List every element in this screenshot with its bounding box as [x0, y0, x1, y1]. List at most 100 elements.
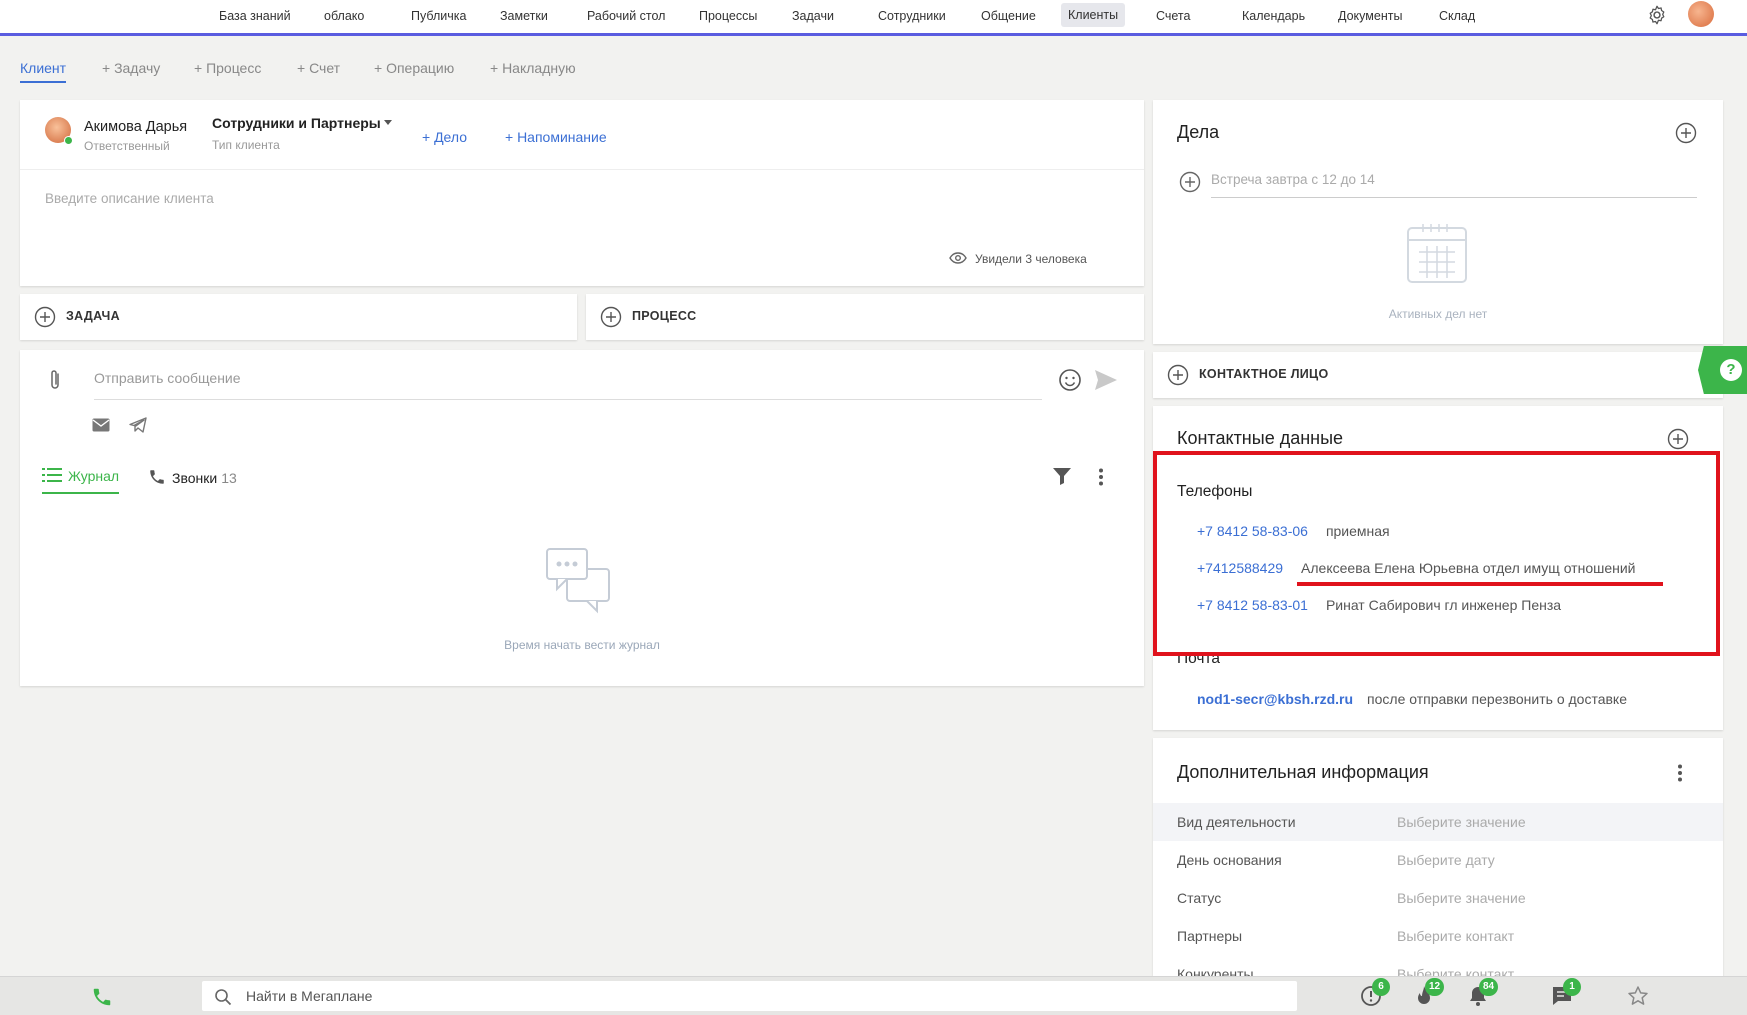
tab-add-invoice[interactable]: + Счет	[297, 60, 340, 76]
nav-item-tasks[interactable]: Задачи	[792, 6, 834, 26]
nav-item-knowledge-base[interactable]: База знаний	[219, 6, 291, 26]
nav-item-desktop[interactable]: Рабочий стол	[587, 6, 665, 26]
list-icon	[42, 468, 62, 482]
plus-circle-icon[interactable]	[1179, 171, 1201, 193]
bottom-bar: Найти в Мегаплане 6 12 84 1	[0, 976, 1747, 1015]
new-deal-input[interactable]: Встреча завтра с 12 до 14	[1211, 172, 1697, 198]
add-task-button[interactable]: ЗАДАЧА	[20, 294, 577, 340]
gear-icon[interactable]	[1646, 4, 1668, 26]
filter-icon[interactable]	[1052, 466, 1072, 486]
field-label: Вид деятельности	[1177, 814, 1296, 830]
messages-button[interactable]: 1	[1551, 978, 1581, 1010]
nav-item-notes[interactable]: Заметки	[500, 6, 548, 26]
user-avatar[interactable]	[1688, 1, 1714, 27]
search-icon	[215, 989, 232, 1006]
notifications-button[interactable]: 84	[1467, 978, 1499, 1010]
global-search-input[interactable]: Найти в Мегаплане	[202, 981, 1297, 1011]
field-row[interactable]: Статус Выберите значение	[1153, 879, 1723, 917]
field-value-select[interactable]: Выберите дату	[1397, 852, 1495, 868]
mail-icon[interactable]	[92, 418, 110, 432]
tab-add-waybill[interactable]: + Накладную	[490, 60, 576, 76]
add-contact-person-label: КОНТАКТНОЕ ЛИЦО	[1199, 367, 1329, 381]
field-row[interactable]: Вид деятельности Выберите значение	[1153, 803, 1723, 841]
add-task-label: ЗАДАЧА	[66, 309, 120, 323]
emoji-icon[interactable]	[1058, 368, 1082, 392]
nav-item-warehouse[interactable]: Склад	[1439, 6, 1475, 26]
field-value-select[interactable]: Выберите контакт	[1397, 928, 1514, 944]
email-row: nod1-secr@kbsh.rzd.ru после отправки пере…	[1197, 691, 1627, 707]
journal-empty-text: Время начать вести журнал	[504, 638, 660, 652]
field-value-select[interactable]: Выберите значение	[1397, 814, 1526, 830]
field-row[interactable]: День основания Выберите дату	[1153, 841, 1723, 879]
tab-calls[interactable]: Звонки 13	[148, 468, 237, 486]
phone-icon	[150, 470, 164, 484]
add-deal-link[interactable]: + Дело	[422, 129, 467, 145]
nav-item-cloud[interactable]: облако	[324, 6, 364, 26]
tab-journal[interactable]: Журнал	[42, 468, 120, 494]
field-value-select[interactable]: Выберите значение	[1397, 890, 1526, 906]
nav-item-invoices[interactable]: Счета	[1156, 6, 1190, 26]
tab-journal-label: Журнал	[68, 468, 120, 484]
send-icon[interactable]	[1094, 369, 1118, 391]
tab-add-task[interactable]: + Задачу	[102, 60, 160, 76]
deals-title: Дела	[1177, 122, 1220, 142]
question-icon: ?	[1720, 359, 1742, 381]
nav-item-processes[interactable]: Процессы	[699, 6, 757, 26]
client-description-input[interactable]: Введите описание клиента	[45, 191, 214, 206]
more-vertical-icon[interactable]	[1677, 764, 1683, 782]
nav-item-public[interactable]: Публичка	[411, 6, 466, 26]
add-process-button[interactable]: ПРОЦЕСС	[586, 294, 1144, 340]
hot-badge: 12	[1425, 978, 1445, 996]
deals-card: Дела Встреча завтра с 12 до 14 Активных …	[1153, 100, 1723, 344]
client-avatar[interactable]	[45, 117, 73, 145]
nav-item-clients[interactable]: Клиенты	[1061, 3, 1126, 27]
email-note: после отправки перезвонить о доставке	[1367, 691, 1628, 707]
phone-icon[interactable]	[91, 986, 113, 1008]
tab-add-process[interactable]: + Процесс	[194, 60, 261, 76]
tab-add-operation[interactable]: + Операцию	[374, 60, 454, 76]
nav-item-documents[interactable]: Документы	[1338, 6, 1402, 26]
eye-icon	[949, 252, 967, 264]
add-contact-data-plus-icon[interactable]	[1667, 428, 1689, 450]
responsible-name[interactable]: Акимова Дарья	[84, 119, 187, 135]
telegram-icon[interactable]	[129, 417, 147, 433]
message-input-underline	[94, 399, 1042, 400]
add-deal-plus-icon[interactable]	[1675, 122, 1697, 144]
field-row[interactable]: Партнеры Выберите контакт	[1153, 917, 1723, 955]
nav-item-calendar[interactable]: Календарь	[1242, 6, 1305, 26]
tab-calls-label: Звонки	[172, 470, 218, 486]
field-label: Статус	[1177, 890, 1222, 906]
seen-by-text: Увидели 3 человека	[975, 252, 1087, 266]
plus-circle-icon	[600, 306, 622, 328]
field-label: Партнеры	[1177, 928, 1243, 944]
reminders-button[interactable]: 6	[1360, 978, 1390, 1010]
contact-data-title: Контактные данные	[1177, 428, 1344, 448]
responsible-label: Ответственный	[84, 139, 170, 153]
add-reminder-link[interactable]: + Напоминание	[505, 129, 607, 145]
journal-card: Отправить сообщение Журнал Звонки 13 Врем…	[20, 350, 1144, 686]
plus-circle-icon	[34, 306, 56, 328]
client-type-select[interactable]: Сотрудники и Партнеры	[212, 115, 381, 131]
seen-by-count[interactable]: Увидели 3 человека	[949, 252, 1087, 266]
email-address-link[interactable]: nod1-secr@kbsh.rzd.ru	[1197, 691, 1353, 707]
help-button[interactable]: ?	[1698, 346, 1747, 394]
calendar-icon	[1407, 224, 1467, 283]
hot-button[interactable]: 12	[1413, 978, 1445, 1010]
add-process-label: ПРОЦЕСС	[632, 309, 697, 323]
highlight-annotation-box	[1153, 451, 1720, 656]
paperclip-icon[interactable]	[48, 368, 62, 392]
message-input[interactable]: Отправить сообщение	[94, 370, 241, 386]
nav-item-communication[interactable]: Общение	[981, 6, 1036, 26]
chevron-down-icon[interactable]	[384, 120, 392, 125]
reminders-badge: 6	[1372, 978, 1390, 996]
star-icon[interactable]	[1627, 985, 1649, 1007]
tab-client[interactable]: Клиент	[20, 60, 67, 83]
field-row[interactable]: Конкуренты Выберите контакт	[1153, 955, 1723, 978]
highlight-annotation-underline	[1297, 582, 1663, 586]
additional-info-title: Дополнительная информация	[1177, 762, 1429, 782]
search-placeholder: Найти в Мегаплане	[246, 988, 373, 1004]
nav-item-employees[interactable]: Сотрудники	[878, 6, 946, 26]
client-header: Акимова Дарья Ответственный Сотрудники и…	[20, 100, 1144, 170]
more-vertical-icon[interactable]	[1098, 468, 1104, 486]
add-contact-person-button[interactable]: КОНТАКТНОЕ ЛИЦО	[1153, 352, 1723, 398]
